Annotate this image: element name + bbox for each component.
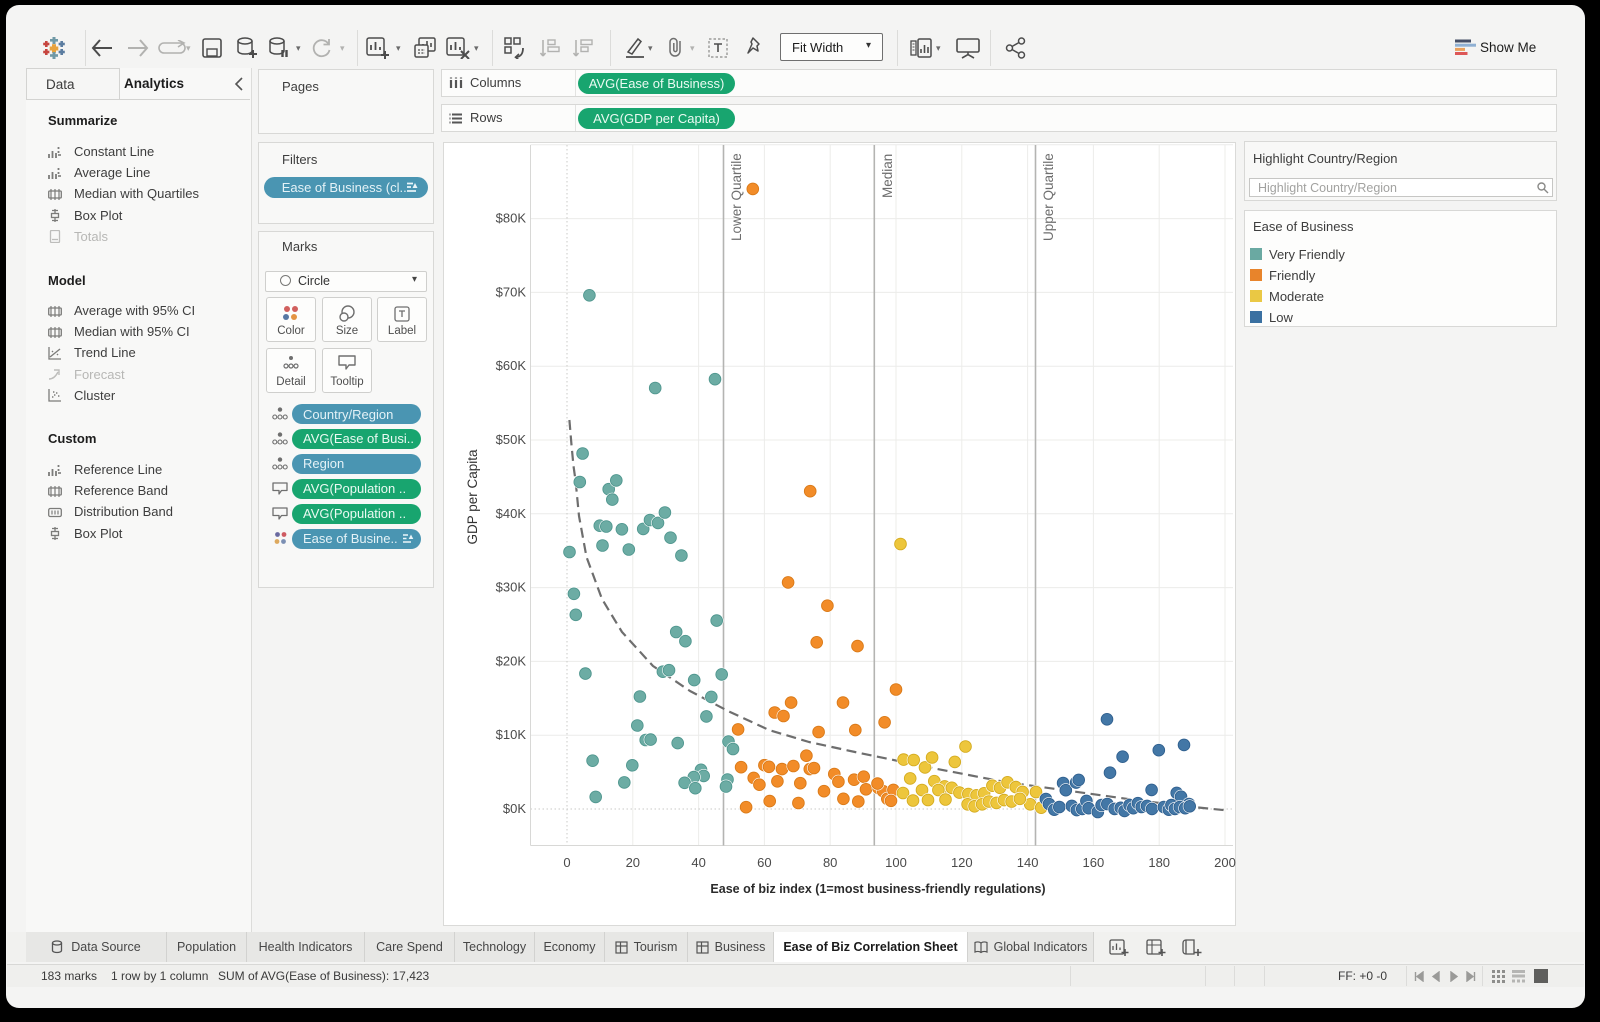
- svg-text:180: 180: [1148, 855, 1170, 870]
- svg-text:20: 20: [626, 855, 640, 870]
- svg-text:120: 120: [951, 855, 973, 870]
- svg-text:Median: Median: [880, 154, 895, 198]
- svg-text:160: 160: [1083, 855, 1105, 870]
- svg-text:$0K: $0K: [503, 801, 526, 816]
- svg-text:100: 100: [885, 855, 907, 870]
- svg-text:$20K: $20K: [496, 653, 527, 668]
- svg-text:0: 0: [563, 855, 570, 870]
- svg-text:$40K: $40K: [496, 506, 527, 521]
- svg-text:140: 140: [1017, 855, 1039, 870]
- svg-text:60: 60: [757, 855, 771, 870]
- svg-text:$10K: $10K: [496, 727, 527, 742]
- svg-text:80: 80: [823, 855, 837, 870]
- svg-text:200: 200: [1214, 855, 1236, 870]
- svg-text:GDP per Capita: GDP per Capita: [465, 449, 480, 545]
- svg-text:$80K: $80K: [496, 211, 527, 226]
- svg-text:Lower Quartile: Lower Quartile: [729, 153, 744, 241]
- svg-text:$30K: $30K: [496, 580, 527, 595]
- svg-text:$50K: $50K: [496, 432, 527, 447]
- svg-text:40: 40: [691, 855, 705, 870]
- svg-text:Ease of biz index (1=most busi: Ease of biz index (1=most business-frien…: [710, 882, 1045, 896]
- svg-text:$70K: $70K: [496, 284, 527, 299]
- svg-text:$60K: $60K: [496, 358, 527, 373]
- svg-text:Upper Quartile: Upper Quartile: [1041, 153, 1056, 241]
